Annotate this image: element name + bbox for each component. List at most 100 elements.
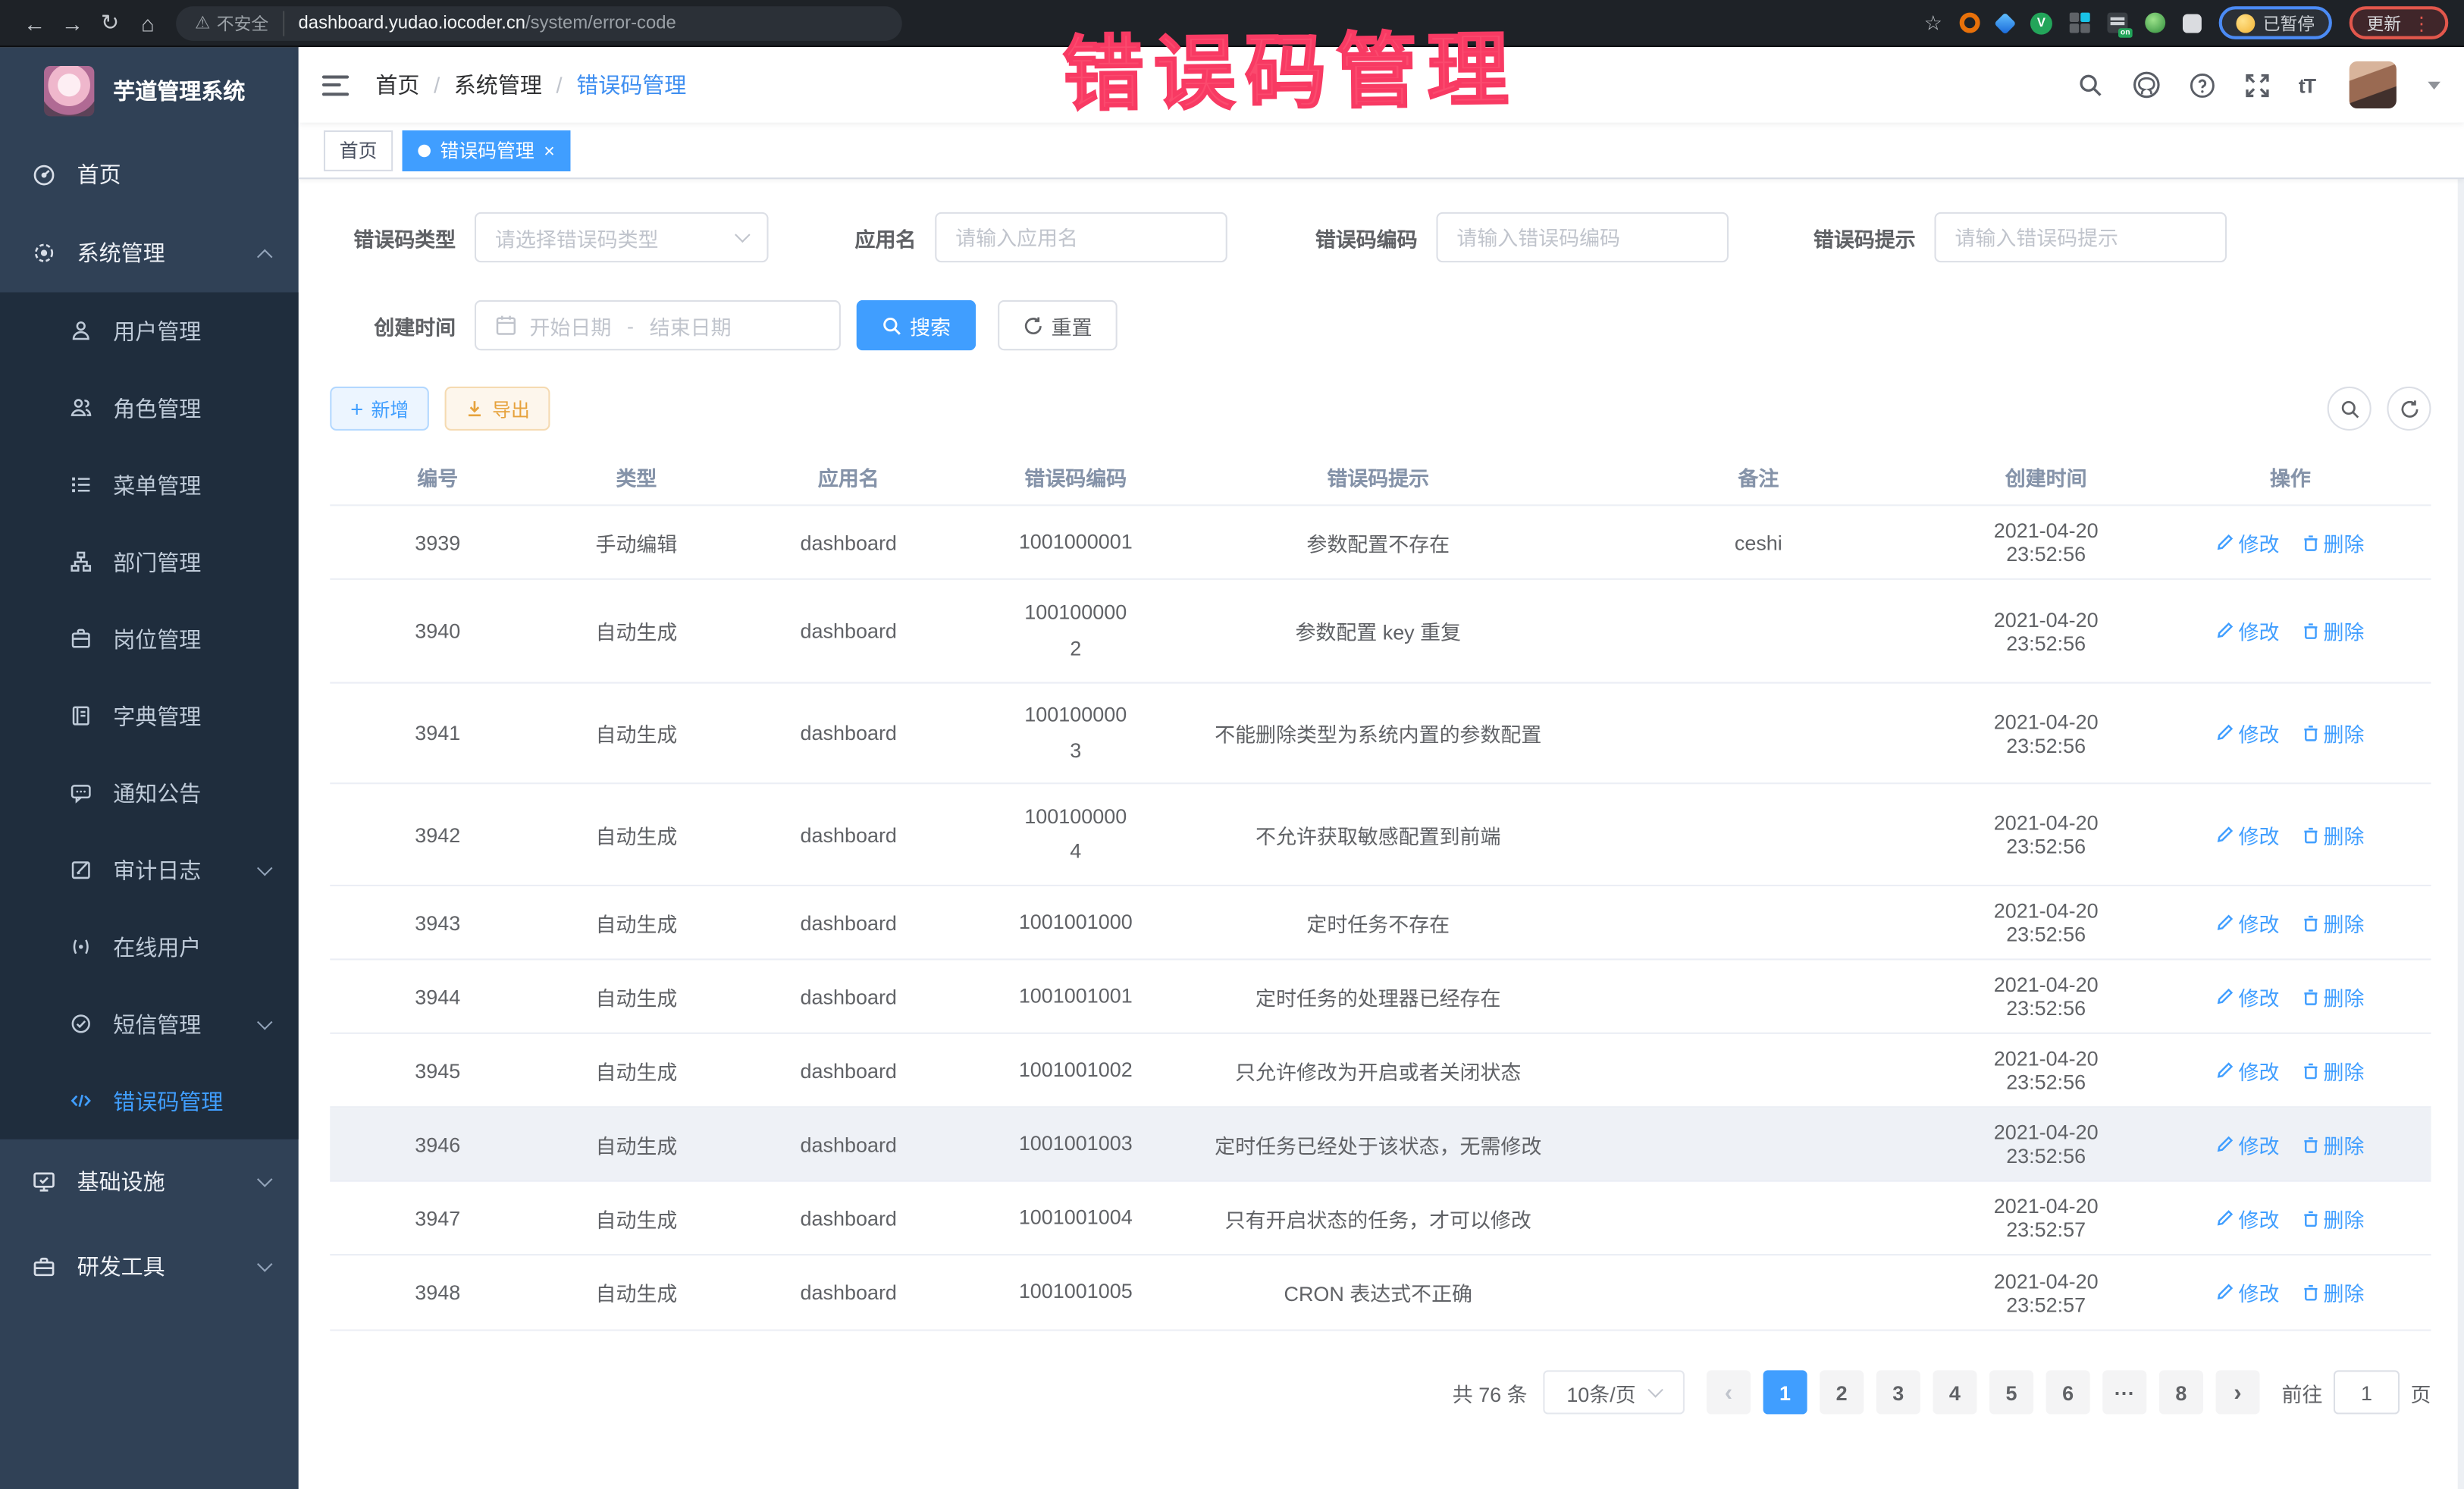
sidebar-item-departments[interactable]: 部门管理 xyxy=(0,523,299,600)
cell-actions: 修改删除 xyxy=(2149,1055,2431,1085)
browser-forward-icon[interactable]: → xyxy=(53,10,91,35)
edit-button[interactable]: 修改 xyxy=(2217,1129,2280,1158)
breadcrumb-home[interactable]: 首页 xyxy=(375,69,419,100)
sidebar-item-system[interactable]: 系统管理 xyxy=(0,214,299,293)
sidebar-item-posts[interactable]: 岗位管理 xyxy=(0,600,299,678)
close-icon[interactable]: × xyxy=(544,141,555,160)
cell-type: 自动生成 xyxy=(545,1277,727,1307)
sidebar-item-users[interactable]: 用户管理 xyxy=(0,293,299,370)
edit-pencil-icon xyxy=(2217,1136,2234,1153)
delete-button[interactable]: 删除 xyxy=(2301,981,2364,1011)
edit-button[interactable]: 修改 xyxy=(2217,718,2280,748)
goto-page-input[interactable] xyxy=(2334,1370,2400,1414)
delete-button[interactable]: 删除 xyxy=(2301,1277,2364,1307)
edit-button[interactable]: 修改 xyxy=(2217,1203,2280,1233)
help-icon[interactable] xyxy=(2189,71,2215,98)
extension-gem-icon[interactable] xyxy=(1994,11,2016,33)
edit-button[interactable]: 修改 xyxy=(2217,616,2280,646)
sidebar-item-roles[interactable]: 角色管理 xyxy=(0,369,299,447)
delete-button[interactable]: 删除 xyxy=(2301,527,2364,556)
extension-key-icon[interactable] xyxy=(2145,13,2165,33)
edit-button[interactable]: 修改 xyxy=(2217,527,2280,556)
delete-button[interactable]: 删除 xyxy=(2301,820,2364,849)
sidebar-toggle-icon[interactable] xyxy=(322,74,349,95)
edit-button[interactable]: 修改 xyxy=(2217,908,2280,937)
tag-home[interactable]: 首页 xyxy=(324,130,393,171)
sidebar-item-online-users[interactable]: 在线用户 xyxy=(0,908,299,986)
sidebar-item-label: 角色管理 xyxy=(113,392,201,423)
cell-app: dashboard xyxy=(728,985,970,1008)
refresh-table-button[interactable] xyxy=(2387,387,2431,431)
error-code-input[interactable] xyxy=(1436,212,1729,262)
bookmark-star-icon[interactable]: ☆ xyxy=(1924,10,1942,35)
edit-button[interactable]: 修改 xyxy=(2217,1055,2280,1085)
page-button-6[interactable]: 6 xyxy=(2046,1370,2090,1414)
search-button[interactable]: 搜索 xyxy=(857,300,977,350)
extension-orange-icon[interactable] xyxy=(1960,13,1980,33)
browser-update-button[interactable]: 更新 ⋮ xyxy=(2350,6,2449,39)
cell-id: 3940 xyxy=(330,619,545,643)
error-type-select[interactable]: 请选择错误码类型 xyxy=(475,212,769,262)
delete-button[interactable]: 删除 xyxy=(2301,1203,2364,1233)
page-scrollbar[interactable] xyxy=(2458,47,2464,1489)
extension-tampermonkey-icon[interactable]: on xyxy=(2107,13,2127,33)
reset-button[interactable]: 重置 xyxy=(998,300,1118,350)
next-page-button[interactable]: › xyxy=(2215,1370,2259,1414)
delete-button[interactable]: 删除 xyxy=(2301,1129,2364,1158)
page-button-5[interactable]: 5 xyxy=(1989,1370,2033,1414)
fullscreen-icon[interactable] xyxy=(2243,71,2270,98)
cell-app: dashboard xyxy=(728,619,970,643)
cell-app: dashboard xyxy=(728,1206,970,1230)
page-button-2[interactable]: 2 xyxy=(1820,1370,1864,1414)
export-button[interactable]: 导出 xyxy=(445,387,550,431)
profile-sync-chip[interactable]: 已暂停 xyxy=(2219,6,2332,39)
app-name-input[interactable] xyxy=(935,212,1227,262)
prev-page-button[interactable]: ‹ xyxy=(1707,1370,1751,1414)
sidebar-item-sms[interactable]: 短信管理 xyxy=(0,986,299,1063)
sidebar-item-home[interactable]: 首页 xyxy=(0,135,299,214)
sidebar-item-infrastructure[interactable]: 基础设施 xyxy=(0,1139,299,1224)
sidebar-item-notices[interactable]: 通知公告 xyxy=(0,754,299,832)
breadcrumb-system[interactable]: 系统管理 xyxy=(454,69,542,100)
breadcrumb-current[interactable]: 错误码管理 xyxy=(576,69,686,100)
extension-grid-icon[interactable] xyxy=(2070,13,2090,33)
show-search-toggle-button[interactable] xyxy=(2328,387,2372,431)
page-button-1[interactable]: 1 xyxy=(1763,1370,1807,1414)
delete-button[interactable]: 删除 xyxy=(2301,718,2364,748)
browser-menu-icon[interactable]: ⋮ xyxy=(2412,12,2431,34)
github-icon[interactable] xyxy=(2132,71,2160,99)
table-row: 3942 自动生成 dashboard 1001000004 不允许获取敏感配置… xyxy=(330,784,2431,886)
extensions-puzzle-icon[interactable] xyxy=(2183,14,2202,33)
user-avatar[interactable] xyxy=(2350,61,2397,108)
sidebar-item-menus[interactable]: 菜单管理 xyxy=(0,447,299,524)
page-button-4[interactable]: 4 xyxy=(1933,1370,1977,1414)
page-button-8[interactable]: 8 xyxy=(2159,1370,2203,1414)
page-button-3[interactable]: 3 xyxy=(1876,1370,1920,1414)
browser-home-icon[interactable]: ⌂ xyxy=(129,10,167,35)
edit-button[interactable]: 修改 xyxy=(2217,981,2280,1011)
edit-button[interactable]: 修改 xyxy=(2217,820,2280,849)
tag-error-code[interactable]: 错误码管理 × xyxy=(403,130,571,171)
search-icon[interactable] xyxy=(2077,71,2104,98)
date-range-picker[interactable]: 开始日期 - 结束日期 xyxy=(475,300,841,350)
sidebar-item-devtools[interactable]: 研发工具 xyxy=(0,1224,299,1309)
browser-back-icon[interactable]: ← xyxy=(16,10,54,35)
delete-button[interactable]: 删除 xyxy=(2301,908,2364,937)
sidebar-item-dictionary[interactable]: 字典管理 xyxy=(0,677,299,754)
page-ellipsis[interactable]: ··· xyxy=(2102,1370,2146,1414)
avatar-caret-icon[interactable] xyxy=(2428,81,2440,89)
sidebar-item-audit-log[interactable]: 审计日志 xyxy=(0,831,299,908)
browser-reload-icon[interactable]: ↻ xyxy=(91,9,129,36)
edit-button[interactable]: 修改 xyxy=(2217,1277,2280,1307)
security-chip[interactable]: ⚠ 不安全 xyxy=(195,10,284,35)
sidebar-item-error-code[interactable]: 错误码管理 xyxy=(0,1062,299,1139)
page-size-select[interactable]: 10条/页 xyxy=(1543,1370,1685,1414)
extension-v-icon[interactable]: V xyxy=(2030,12,2052,34)
delete-button[interactable]: 删除 xyxy=(2301,616,2364,646)
delete-button[interactable]: 删除 xyxy=(2301,1055,2364,1085)
address-bar[interactable]: ⚠ 不安全 dashboard.yudao.iocoder.cn/system/… xyxy=(176,5,902,40)
error-hint-input[interactable] xyxy=(1934,212,2227,262)
font-size-icon[interactable]: tT xyxy=(2299,73,2315,96)
app-logo[interactable]: 芋道管理系统 xyxy=(0,47,299,135)
add-button[interactable]: + 新增 xyxy=(330,387,429,431)
